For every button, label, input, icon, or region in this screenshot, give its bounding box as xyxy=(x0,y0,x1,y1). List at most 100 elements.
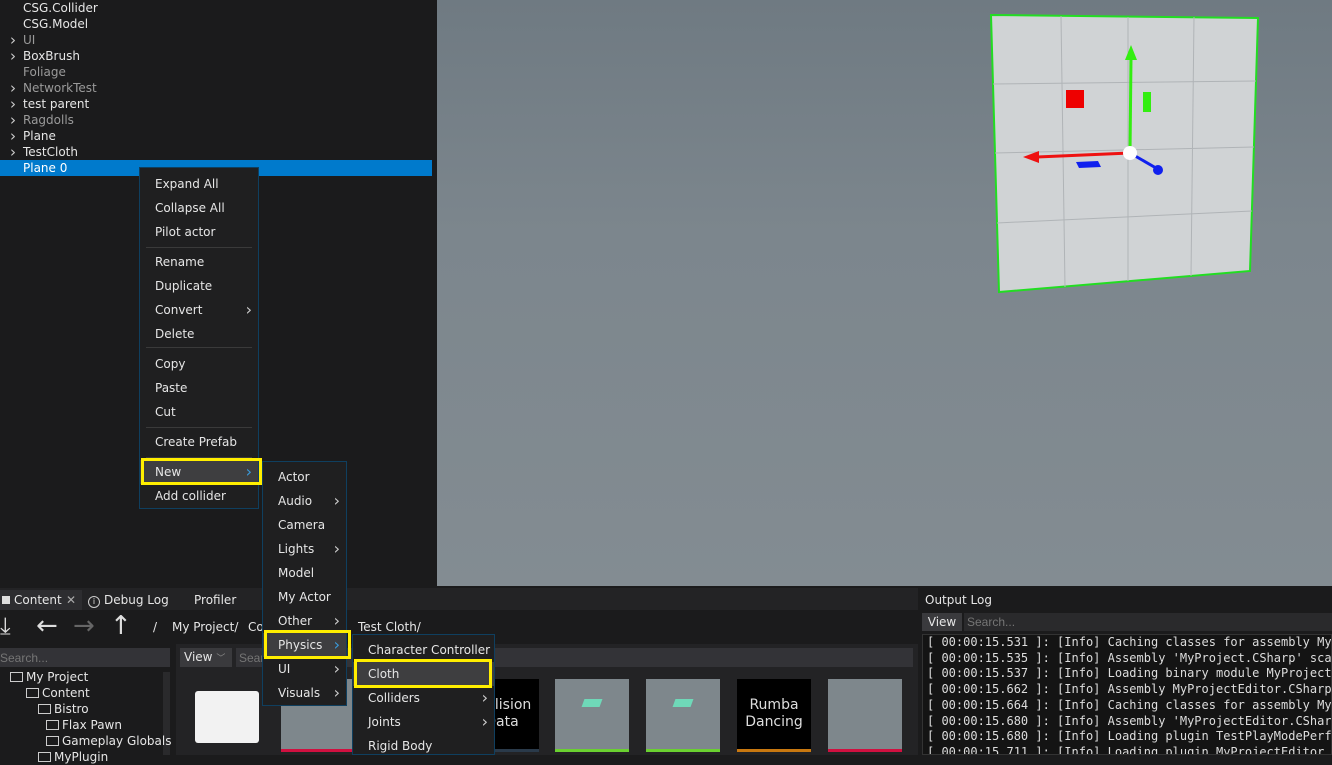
menu-item-paste[interactable]: Paste xyxy=(140,376,258,400)
folder-icon xyxy=(46,736,59,746)
breadcrumb-root[interactable]: / xyxy=(153,620,157,634)
menu-item-create-prefab[interactable]: Create Prefab xyxy=(140,430,258,454)
menu-item-label: Model xyxy=(278,566,315,580)
menu-item-label: Pilot actor xyxy=(155,225,216,239)
menu-item-duplicate[interactable]: Duplicate xyxy=(140,274,258,298)
back-arrow-icon[interactable]: ← xyxy=(36,612,58,640)
chevron-right-icon[interactable]: › xyxy=(10,32,16,48)
tree-item[interactable]: › NetworkTest xyxy=(0,80,432,96)
tab-content[interactable]: Content ✕ xyxy=(0,590,82,610)
menu-item-label: Paste xyxy=(155,381,188,395)
chevron-right-icon[interactable]: › xyxy=(10,96,16,112)
menu-item-cloth[interactable]: Cloth xyxy=(353,662,494,686)
folder-icon[interactable] xyxy=(195,691,259,743)
menu-item-pilot-actor[interactable]: Pilot actor xyxy=(140,220,258,244)
menu-item-camera[interactable]: Camera xyxy=(263,513,346,537)
asset-thumbnail[interactable] xyxy=(646,679,720,752)
menu-item-rigid-body[interactable]: Rigid Body xyxy=(353,734,494,758)
asset-thumbnail[interactable]: Rumba Dancing xyxy=(737,679,811,752)
menu-item-my-actor[interactable]: My Actor xyxy=(263,585,346,609)
asset-thumbnail[interactable] xyxy=(828,679,902,752)
tab-label: Content xyxy=(14,593,62,607)
chevron-right-icon: › xyxy=(333,611,340,630)
asset-type-bar xyxy=(828,749,902,752)
menu-item-lights[interactable]: Lights › xyxy=(263,537,346,561)
log-line: [ 00:00:15.680 ]: [Info] Loading plugin … xyxy=(927,729,1332,744)
tree-item-label: CSG.Model xyxy=(23,17,89,31)
menu-item-ui[interactable]: UI › xyxy=(263,657,346,681)
asset-thumbnail[interactable] xyxy=(555,679,629,752)
menu-item-label: New xyxy=(155,465,182,479)
menu-item-audio[interactable]: Audio › xyxy=(263,489,346,513)
menu-item-colliders[interactable]: Colliders › xyxy=(353,686,494,710)
tree-item[interactable]: CSG.Model xyxy=(0,16,432,32)
folder-icon xyxy=(10,672,23,682)
content-tree-search[interactable] xyxy=(0,648,170,667)
tree-item[interactable]: CSG.Collider xyxy=(0,0,432,16)
up-arrow-icon[interactable]: ↑ xyxy=(110,612,132,640)
tree-item[interactable]: › TestCloth xyxy=(0,144,432,160)
scene-viewport[interactable] xyxy=(437,0,1332,586)
menu-item-delete[interactable]: Delete xyxy=(140,322,258,346)
asset-type-bar xyxy=(646,749,720,752)
menu-item-label: Physics xyxy=(278,638,323,652)
view-dropdown[interactable]: View ﹀ xyxy=(180,648,232,667)
menu-item-actor[interactable]: Actor xyxy=(263,465,346,489)
tree-item-label: UI xyxy=(23,33,36,47)
tree-item[interactable]: › BoxBrush xyxy=(0,48,432,64)
menu-item-label: Convert xyxy=(155,303,203,317)
tree-item[interactable]: › test parent xyxy=(0,96,432,112)
physics-submenu: Character Controller Cloth Colliders › Joint… xyxy=(352,634,495,755)
menu-item-expand-all[interactable]: Expand All xyxy=(140,172,258,196)
chevron-right-icon[interactable]: › xyxy=(10,48,16,64)
menu-item-other[interactable]: Other › xyxy=(263,609,346,633)
close-icon[interactable]: ✕ xyxy=(66,590,76,610)
menu-item-label: UI xyxy=(278,662,291,676)
log-view-button[interactable]: View xyxy=(922,613,962,631)
menu-item-copy[interactable]: Copy xyxy=(140,352,258,376)
menu-item-add-collider[interactable]: Add collider xyxy=(140,484,258,508)
breadcrumb-test-cloth[interactable]: Test Cloth/ xyxy=(358,620,421,634)
menu-item-physics[interactable]: Physics › xyxy=(263,633,346,657)
menu-item-character-controller[interactable]: Character Controller xyxy=(353,638,494,662)
tab-profiler[interactable]: Profiler xyxy=(194,590,236,610)
menu-item-visuals[interactable]: Visuals › xyxy=(263,681,346,705)
content-tree-item[interactable]: MyPlugin xyxy=(28,749,108,765)
menu-item-new[interactable]: New › xyxy=(140,460,258,484)
menu-separator xyxy=(146,457,252,458)
menu-item-label: Expand All xyxy=(155,177,219,191)
breadcrumb-my-project[interactable]: My Project/ xyxy=(172,620,238,634)
log-search[interactable] xyxy=(964,613,1332,631)
forward-arrow-icon[interactable]: → xyxy=(73,612,95,640)
menu-item-rename[interactable]: Rename xyxy=(140,250,258,274)
import-icon[interactable]: ⤓ xyxy=(0,612,11,642)
tree-item[interactable]: › Ragdolls xyxy=(0,112,432,128)
log-line: [ 00:00:15.537 ]: [Info] Loading binary … xyxy=(927,666,1332,681)
menu-item-cut[interactable]: Cut xyxy=(140,400,258,424)
menu-item-joints[interactable]: Joints › xyxy=(353,710,494,734)
content-tree-item[interactable]: Gameplay Globals xyxy=(36,733,171,749)
tab-debug-log[interactable]: i Debug Log xyxy=(88,590,169,610)
menu-item-collapse-all[interactable]: Collapse All xyxy=(140,196,258,220)
tree-item[interactable]: Foliage xyxy=(0,64,432,80)
content-tree-item[interactable]: Flax Pawn xyxy=(36,717,122,733)
chevron-right-icon[interactable]: › xyxy=(10,112,16,128)
content-tree-label: Content xyxy=(42,686,90,700)
tree-item[interactable]: › Plane xyxy=(0,128,432,144)
menu-separator xyxy=(146,347,252,348)
menu-item-convert[interactable]: Convert › xyxy=(140,298,258,322)
tree-item[interactable]: › UI xyxy=(0,32,432,48)
content-tree-item[interactable]: My Project xyxy=(0,669,88,685)
green-marker xyxy=(1143,92,1151,112)
tree-item-label: TestCloth xyxy=(23,145,78,159)
menu-item-label: Audio xyxy=(278,494,313,508)
chevron-right-icon[interactable]: › xyxy=(10,144,16,160)
content-tree-item[interactable]: Bistro xyxy=(28,701,89,717)
cloth-preview-icon xyxy=(581,699,603,707)
menu-item-model[interactable]: Model xyxy=(263,561,346,585)
content-tree-item[interactable]: Content xyxy=(16,685,90,701)
chevron-right-icon[interactable]: › xyxy=(10,80,16,96)
menu-item-label: Other xyxy=(278,614,313,628)
chevron-right-icon[interactable]: › xyxy=(10,128,16,144)
chevron-right-icon: › xyxy=(481,688,488,707)
